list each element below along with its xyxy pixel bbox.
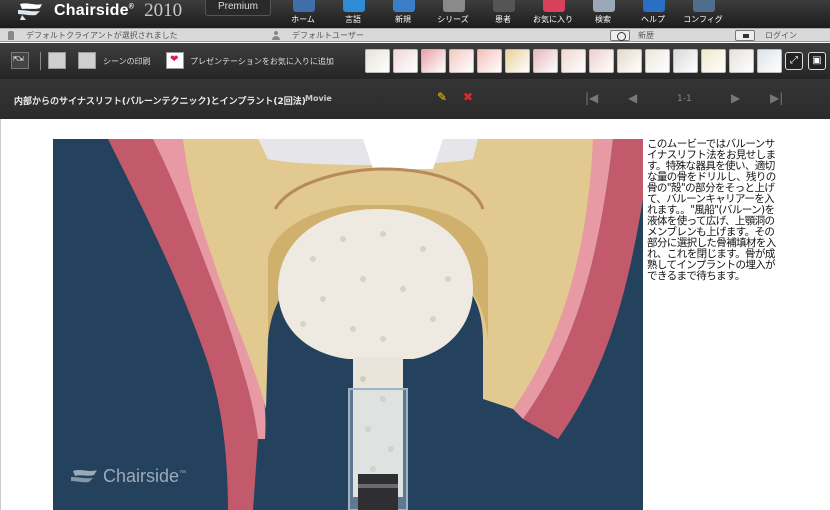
thumb-teeth-row[interactable] xyxy=(449,49,474,73)
nav-search[interactable]: 検索 xyxy=(578,0,628,28)
thumb-roots[interactable] xyxy=(505,49,530,73)
restore-icon[interactable]: ⤢ xyxy=(785,52,803,70)
search-icon xyxy=(593,0,615,12)
nav-series-label: シリーズ xyxy=(437,15,469,24)
nav-config[interactable]: コンフィグ xyxy=(678,0,728,28)
favorites-icon xyxy=(543,0,565,12)
patient-icon xyxy=(493,0,515,12)
nav-config-label: コンフィグ xyxy=(683,15,723,24)
home-icon xyxy=(293,0,315,12)
scene-thumbnails xyxy=(365,49,782,73)
status-bar: デフォルトクライアントが選択されました デフォルトユーザー 新歴 ログイン xyxy=(0,28,830,42)
movie-player[interactable]: Chairside™ xyxy=(53,139,643,510)
config-icon xyxy=(693,0,715,12)
pencil-icon[interactable]: ✎ xyxy=(437,90,449,104)
print-scene-label[interactable]: シーンの印刷 xyxy=(103,56,151,67)
top-bar: Chairside® 2010 Premium ホーム 言語 新規 シリーズ 患… xyxy=(0,0,830,28)
toolbar: シーンの印刷 プレゼンテーションをお気に入りに追加 ⤢ ▣ xyxy=(0,43,830,79)
thumb-upper-arch[interactable] xyxy=(561,49,586,73)
user-status[interactable]: デフォルトユーザー xyxy=(272,30,364,41)
thumb-gums[interactable] xyxy=(421,49,446,73)
content-area: Chairside™ このムービーではバルーンサイナスリフト法をお見せします。特… xyxy=(0,119,830,510)
bookmark-icon[interactable] xyxy=(48,52,66,69)
movie-description: このムービーではバルーンサイナスリフト法をお見せします。特殊な器具を使い、適切な… xyxy=(647,138,776,282)
thumb-bridge[interactable] xyxy=(645,49,670,73)
thumb-crown[interactable] xyxy=(533,49,558,73)
last-page-icon[interactable]: ▶| xyxy=(770,91,783,105)
nav-new-label: 新規 xyxy=(395,15,411,24)
thumb-brush[interactable] xyxy=(757,49,782,73)
language-icon xyxy=(343,0,365,12)
watermark-text: Chairside™ xyxy=(103,465,187,486)
client-status-text: デフォルトクライアントが選択されました xyxy=(26,31,178,40)
nav-language-label: 言語 xyxy=(345,15,361,24)
app-logo: Chairside® 2010 xyxy=(6,0,182,22)
thumb-lower-arch[interactable] xyxy=(589,49,614,73)
nav-new[interactable]: 新規 xyxy=(378,0,428,28)
nav-patient[interactable]: 患者 xyxy=(478,0,528,28)
nav-favorites-label: お気に入り xyxy=(533,15,573,24)
nav-home-label: ホーム xyxy=(291,15,315,24)
nav-help[interactable]: ヘルプ xyxy=(628,0,678,28)
new-icon xyxy=(393,0,415,12)
thumb-implant-tools[interactable] xyxy=(365,49,390,73)
chairside-app: Chairside® 2010 Premium ホーム 言語 新規 シリーズ 患… xyxy=(0,0,830,510)
prev-page-icon[interactable]: ◀ xyxy=(628,91,637,105)
help-icon xyxy=(643,0,665,12)
movie-type-label: Movie xyxy=(305,94,332,103)
thumb-xray[interactable] xyxy=(673,49,698,73)
user-icon xyxy=(272,31,280,40)
first-page-icon[interactable]: |◀ xyxy=(585,91,598,105)
nav-series[interactable]: シリーズ xyxy=(428,0,478,28)
thumb-floss[interactable] xyxy=(701,49,726,73)
add-to-favorites-label[interactable]: プレゼンテーションをお気に入りに追加 xyxy=(190,56,334,67)
page-indicator: 1-1 xyxy=(677,94,692,104)
edition-badge: Premium xyxy=(205,0,271,16)
watermark-logo: Chairside™ xyxy=(67,465,186,487)
nav-favorites[interactable]: お気に入り xyxy=(528,0,578,28)
nav-language[interactable]: 言語 xyxy=(328,0,378,28)
user-status-text: デフォルトユーザー xyxy=(292,31,364,40)
login-button[interactable]: ログイン xyxy=(735,30,797,41)
chairside-chair-icon xyxy=(18,3,42,20)
delete-x-icon[interactable]: ✖ xyxy=(463,90,475,104)
sinus-lift-illustration xyxy=(53,139,643,510)
toolbar-separator xyxy=(40,52,41,70)
thumb-veneers[interactable] xyxy=(729,49,754,73)
nav-search-label: 検索 xyxy=(595,15,611,24)
brand-name: Chairside® xyxy=(54,2,135,19)
heart-icon[interactable] xyxy=(166,52,184,69)
login-label: ログイン xyxy=(765,31,797,40)
print-icon[interactable] xyxy=(78,52,96,69)
movie-title-bar: 内部からのサイナスリフト(バルーンテクニック)とインプラント(2回法) Movi… xyxy=(0,79,830,119)
nav-help-label: ヘルプ xyxy=(641,15,665,24)
thumb-tooth-decay[interactable] xyxy=(393,49,418,73)
thumb-smile[interactable] xyxy=(477,49,502,73)
next-page-icon[interactable]: ▶ xyxy=(731,91,740,105)
history-button[interactable]: 新歴 xyxy=(610,30,654,41)
brand-year: 2010 xyxy=(144,0,183,21)
pin-icon xyxy=(8,31,14,40)
series-icon xyxy=(443,0,465,12)
movie-title: 内部からのサイナスリフト(バルーンテクニック)とインプラント(2回法) xyxy=(14,97,306,107)
history-label: 新歴 xyxy=(638,31,654,40)
main-nav: ホーム 言語 新規 シリーズ 患者 お気に入り 検索 ヘルプ コンフィグ xyxy=(278,0,728,28)
thumb-implant[interactable] xyxy=(617,49,642,73)
expand-icon[interactable] xyxy=(11,52,29,69)
client-status: デフォルトクライアントが選択されました xyxy=(8,30,178,41)
nav-home[interactable]: ホーム xyxy=(278,0,328,28)
lock-icon xyxy=(735,30,755,41)
nav-patient-label: 患者 xyxy=(495,15,511,24)
chairside-watermark-icon xyxy=(71,470,97,483)
clock-icon xyxy=(610,30,630,41)
windows-icon[interactable]: ▣ xyxy=(808,52,826,70)
